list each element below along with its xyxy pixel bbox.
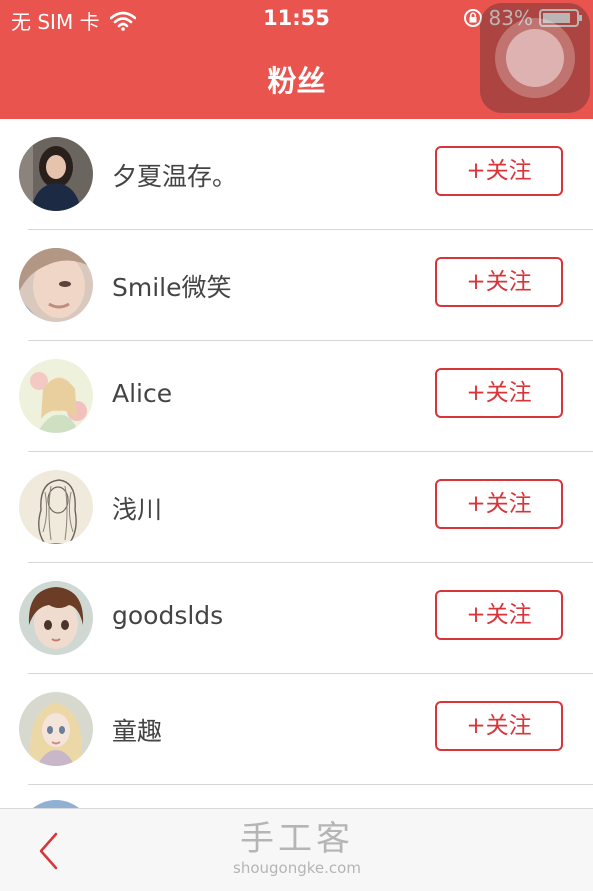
user-name[interactable]: 童趣 [112,712,162,748]
user-name[interactable]: Smile微笑 [112,268,232,304]
user-name[interactable]: goodslds [112,601,223,630]
follow-button[interactable]: +关注 [435,146,563,196]
follow-button[interactable]: +关注 [435,590,563,640]
avatar[interactable] [19,581,93,655]
avatar[interactable] [19,248,93,322]
navigation-header: 无 SIM 卡 11:55 83% 粉丝 [0,0,593,119]
avatar[interactable] [19,137,93,211]
list-item[interactable]: 浅川 +关注 [0,452,593,563]
list-item[interactable]: goodslds +关注 [0,563,593,674]
avatar[interactable] [19,470,93,544]
divider [28,784,593,785]
user-name[interactable]: 浅川 [112,490,162,526]
assistive-touch-button[interactable] [480,3,590,113]
list-item[interactable]: 童趣 +关注 [0,674,593,785]
follow-button[interactable]: +关注 [435,479,563,529]
list-item[interactable]: Alice +关注 [0,341,593,452]
bottom-toolbar: 手工客 shougongke.com [0,808,593,891]
user-name[interactable]: Alice [112,379,172,408]
list-item[interactable]: Smile微笑 +关注 [0,230,593,341]
user-name[interactable]: 夕夏温存。 [112,157,237,193]
avatar[interactable] [19,692,93,766]
follow-button[interactable]: +关注 [435,257,563,307]
list-item[interactable]: 夕夏温存。 +关注 [0,119,593,230]
avatar[interactable] [19,359,93,433]
watermark: 手工客 shougongke.com [222,819,372,877]
assistive-touch-center [506,29,564,87]
watermark-title: 手工客 [240,819,354,859]
follow-button[interactable]: +关注 [435,368,563,418]
follower-list: 夕夏温存。 +关注 Smile微笑 +关注 Alice +关注 浅川 +关注 g… [0,119,593,785]
watermark-domain: shougongke.com [233,859,361,877]
follow-button[interactable]: +关注 [435,701,563,751]
chevron-left-icon[interactable] [36,831,62,871]
